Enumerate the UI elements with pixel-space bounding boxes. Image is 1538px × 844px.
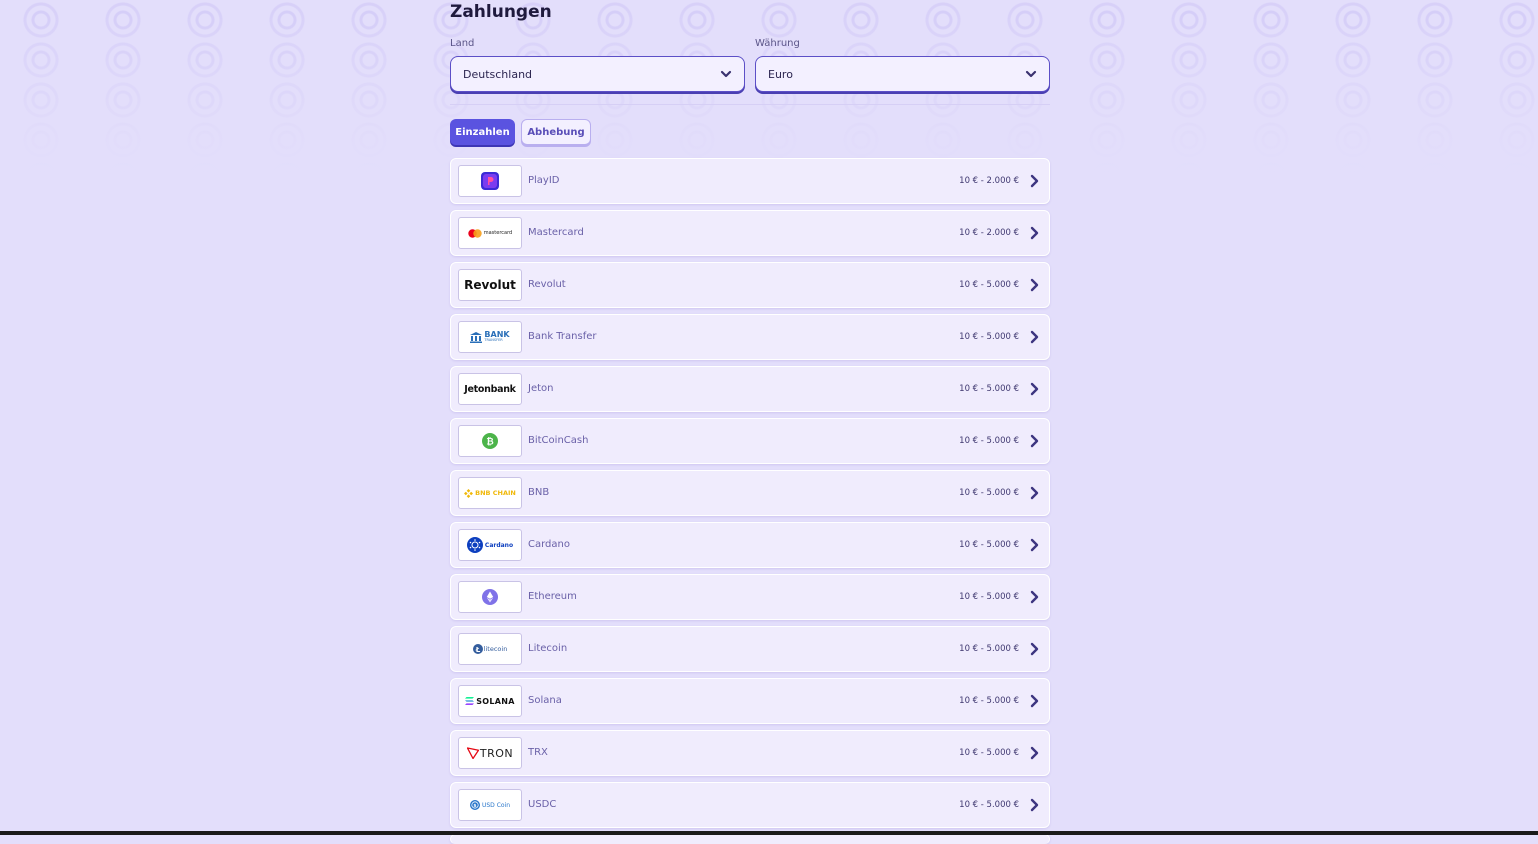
payment-method-name: Bank Transfer — [528, 331, 597, 342]
tron-logo-icon: TRON — [458, 737, 522, 769]
currency-select[interactable]: Euro — [755, 56, 1050, 92]
country-select-value: Deutschland — [463, 68, 532, 81]
payment-method-range: 10 € - 5.000 € — [959, 436, 1019, 446]
payment-method-range: 10 € - 5.000 € — [959, 592, 1019, 602]
payment-method-row-jeton[interactable]: Jetonbank Jeton 10 € - 5.000 € — [450, 366, 1050, 412]
payment-method-row-cardano[interactable]: Cardano Cardano 10 € - 5.000 € — [450, 522, 1050, 568]
mastercard-logo-icon: mastercard — [458, 217, 522, 249]
payment-method-range: 10 € - 2.000 € — [959, 176, 1019, 186]
payments-panel: Zahlungen Land Deutschland Währung Euro … — [450, 0, 1050, 835]
payment-method-name: Mastercard — [528, 227, 584, 238]
chevron-right-icon — [1028, 434, 1040, 448]
svg-text:$: $ — [473, 803, 476, 809]
divider — [450, 104, 1050, 105]
payment-method-row-solana[interactable]: SOLANA Solana 10 € - 5.000 € — [450, 678, 1050, 724]
payment-method-range: 10 € - 5.000 € — [959, 332, 1019, 342]
revolut-logo-icon: Revolut — [458, 269, 522, 301]
revolut-wordmark: Revolut — [464, 278, 516, 292]
transfer-wordmark: TRANSFER — [484, 339, 509, 343]
payment-method-range: 10 € - 5.000 € — [959, 488, 1019, 498]
chevron-right-icon — [1028, 382, 1040, 396]
tab-deposit[interactable]: Einzahlen — [450, 119, 515, 145]
payment-method-name: Jeton — [528, 383, 553, 394]
payment-method-name: Cardano — [528, 539, 570, 550]
payment-method-row-usdc[interactable]: $ USD Coin USDC 10 € - 5.000 € — [450, 782, 1050, 828]
bnb-chain-wordmark: BNB CHAIN — [475, 489, 516, 497]
chevron-right-icon — [1028, 538, 1040, 552]
payment-method-name: BitCoinCash — [528, 435, 588, 446]
payment-method-row-bank-transfer[interactable]: BANK TRANSFER Bank Transfer 10 € - 5.000… — [450, 314, 1050, 360]
currency-label: Währung — [755, 38, 800, 49]
payment-method-name: Revolut — [528, 279, 566, 290]
payment-method-range: 10 € - 5.000 € — [959, 384, 1019, 394]
payment-method-name: Solana — [528, 695, 562, 706]
usdc-logo-icon: $ USD Coin — [458, 789, 522, 821]
payment-method-row-litecoin[interactable]: Ł litecoin Litecoin 10 € - 5.000 € — [450, 626, 1050, 672]
payment-method-row-playid[interactable]: PlayID 10 € - 2.000 € — [450, 158, 1050, 204]
usdc-wordmark: USD Coin — [482, 802, 510, 809]
chevron-right-icon — [1028, 278, 1040, 292]
chevron-right-icon — [1028, 590, 1040, 604]
svg-text:₿: ₿ — [486, 437, 493, 448]
country-label: Land — [450, 38, 474, 49]
ethereum-logo-icon — [458, 581, 522, 613]
chevron-right-icon — [1028, 330, 1040, 344]
chevron-right-icon — [1028, 226, 1040, 240]
payment-method-name: PlayID — [528, 175, 560, 186]
payment-method-range: 10 € - 5.000 € — [959, 748, 1019, 758]
tron-wordmark: TRON — [480, 747, 513, 760]
payment-method-row-trx[interactable]: TRON TRX 10 € - 5.000 € — [450, 730, 1050, 776]
cardano-wordmark: Cardano — [485, 542, 513, 549]
tab-withdrawal[interactable]: Abhebung — [521, 119, 591, 145]
payment-method-range: 10 € - 5.000 € — [959, 644, 1019, 654]
chevron-right-icon — [1028, 642, 1040, 656]
chevron-right-icon — [1028, 694, 1040, 708]
payment-method-row-partial[interactable] — [450, 834, 1050, 844]
payment-method-row-ethereum[interactable]: Ethereum 10 € - 5.000 € — [450, 574, 1050, 620]
mastercard-wordmark: mastercard — [484, 230, 512, 236]
chevron-right-icon — [1028, 486, 1040, 500]
playid-logo-icon — [458, 165, 522, 197]
solana-logo-icon: SOLANA — [458, 685, 522, 717]
chevron-right-icon — [1028, 798, 1040, 812]
currency-select-value: Euro — [768, 68, 793, 81]
litecoin-wordmark: litecoin — [484, 645, 508, 653]
payment-method-range: 10 € - 5.000 € — [959, 696, 1019, 706]
chevron-down-icon — [1025, 68, 1037, 80]
country-select[interactable]: Deutschland — [450, 56, 745, 92]
svg-text:Ł: Ł — [474, 646, 480, 654]
jetonbank-wordmark: Jetonbank — [464, 384, 515, 395]
bank-transfer-logo-icon: BANK TRANSFER — [458, 321, 522, 353]
chevron-right-icon — [1028, 174, 1040, 188]
payment-method-name: BNB — [528, 487, 549, 498]
litecoin-logo-icon: Ł litecoin — [458, 633, 522, 665]
payment-method-row-bnb[interactable]: BNB CHAIN BNB 10 € - 5.000 € — [450, 470, 1050, 516]
payment-method-name: USDC — [528, 799, 556, 810]
payment-method-range: 10 € - 5.000 € — [959, 800, 1019, 810]
cardano-logo-icon: Cardano — [458, 529, 522, 561]
chevron-right-icon — [1028, 746, 1040, 760]
payment-method-range: 10 € - 5.000 € — [959, 540, 1019, 550]
page-title: Zahlungen — [450, 2, 552, 22]
payment-method-row-mastercard[interactable]: mastercard Mastercard 10 € - 2.000 € — [450, 210, 1050, 256]
payment-method-row-revolut[interactable]: Revolut Revolut 10 € - 5.000 € — [450, 262, 1050, 308]
bitcoincash-logo-icon: ₿ — [458, 425, 522, 457]
payment-method-range: 10 € - 5.000 € — [959, 280, 1019, 290]
payment-method-row-bitcoincash[interactable]: ₿ BitCoinCash 10 € - 5.000 € — [450, 418, 1050, 464]
payment-method-name: TRX — [528, 747, 548, 758]
chevron-down-icon — [720, 68, 732, 80]
taskbar-edge — [0, 831, 1538, 835]
payment-method-name: Ethereum — [528, 591, 577, 602]
bnb-chain-logo-icon: BNB CHAIN — [458, 477, 522, 509]
payment-method-name: Litecoin — [528, 643, 567, 654]
solana-wordmark: SOLANA — [476, 697, 515, 706]
jetonbank-logo-icon: Jetonbank — [458, 373, 522, 405]
payment-method-range: 10 € - 2.000 € — [959, 228, 1019, 238]
